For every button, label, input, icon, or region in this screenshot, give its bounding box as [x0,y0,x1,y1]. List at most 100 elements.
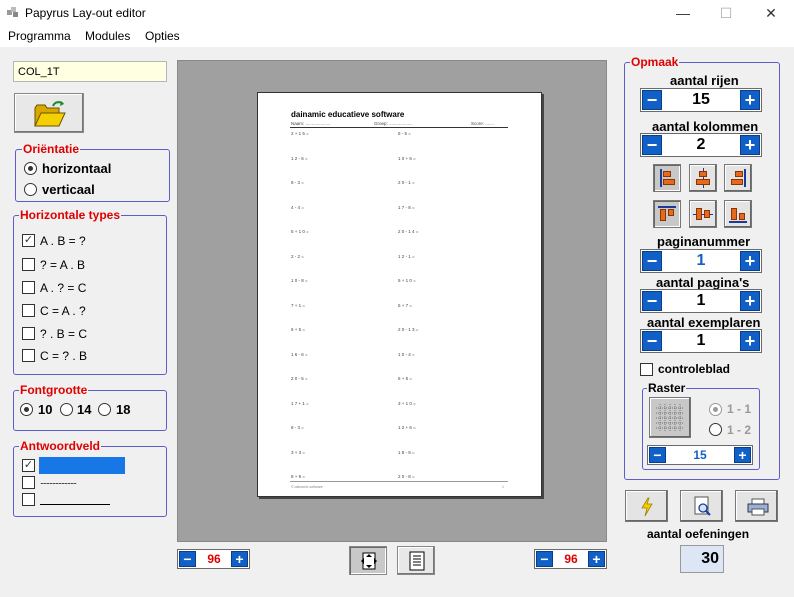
menu-modules[interactable]: Modules [85,29,130,43]
raster-value[interactable]: 15 [667,446,733,464]
zoom-left-value[interactable]: 96 [197,550,231,568]
valign-top-block-a [660,209,666,221]
exercise-item: 1 7 - 8 = [398,204,415,210]
align-left-block-b [663,179,675,185]
zoom-right-value[interactable]: 96 [554,550,588,568]
radio-raster-1-1[interactable] [709,403,722,416]
paginas-value[interactable]: 1 [663,290,739,312]
preview-magnifier-icon [694,496,711,516]
menu-opties[interactable]: Opties [145,29,180,43]
label-font-18: 18 [116,402,131,417]
menu-programma[interactable]: Programma [8,29,71,43]
checkbox-controleblad[interactable] [640,363,653,376]
paginanummer-value[interactable]: 1 [663,250,739,272]
checkbox-type-5[interactable] [22,327,35,340]
exercise-item: 1 0 + 6 = [398,155,416,161]
label-font-14: 14 [77,402,92,417]
page-naam: Naam: .................... [291,121,331,126]
exemplaren-value[interactable]: 1 [663,330,739,352]
align-left-button[interactable] [653,164,681,192]
zoom-left-plus-button[interactable]: + [231,551,248,567]
exercise-item: 5 + 1 0 = [291,229,309,234]
paginas-plus-button[interactable]: + [740,291,760,311]
kolommen-plus-button[interactable]: + [740,135,760,155]
full-page-button[interactable] [397,546,435,575]
label-type-2: ? = A . B [40,258,86,272]
radio-font-14[interactable] [60,403,73,416]
fit-page-button[interactable] [349,546,387,575]
raster-legend: Raster [647,381,687,395]
label-raster-1-1: 1 - 1 [727,402,752,416]
align-right-button[interactable] [724,164,752,192]
orientatie-legend: Oriëntatie [22,142,81,156]
app-icon [7,7,18,17]
checkbox-type-2[interactable] [22,258,35,271]
zoom-right-minus-button[interactable]: − [536,551,553,567]
name-input[interactable]: COL_1T [13,61,167,82]
label-type-1: A . B = ? [40,234,86,248]
open-folder-icon [34,101,66,127]
answer-style-box [39,457,125,474]
minimize-button[interactable]: — [660,0,706,27]
exemplaren-stepper: − 1 + [640,329,762,353]
radio-raster-1-2[interactable] [709,423,722,436]
valign-top-icon [658,206,676,208]
exercise-item: 7 + 1 = [291,302,306,308]
label-type-6: C = ? . B [40,349,88,363]
radio-verticaal[interactable] [24,183,37,196]
align-center-button[interactable] [689,164,717,192]
open-file-button[interactable] [14,93,84,133]
valign-bottom-button[interactable] [724,200,752,228]
paginas-minus-button[interactable]: − [642,291,662,311]
exercise-item: 1 6 - 6 = [291,351,308,357]
controleblad-label: controleblad [658,362,731,376]
maximize-button[interactable]: ☐ [703,0,749,27]
exercise-item: 8 - 3 = [291,180,304,185]
exercise-item: 1 2 + 6 = [398,425,416,430]
raster-grid-button[interactable] [649,397,691,438]
checkbox-type-1[interactable]: ✓ [22,234,35,247]
print-button[interactable] [735,490,778,522]
valign-bottom-icon [729,221,747,223]
radio-font-18[interactable] [98,403,111,416]
fontgrootte-legend: Fontgrootte [19,383,89,397]
checkbox-type-4[interactable] [22,304,35,317]
checkbox-type-6[interactable] [22,349,35,362]
kolommen-label: aantal kolommen [652,119,759,134]
preview-page: dainamic educatieve software Naam: .....… [257,92,542,497]
align-left-block-a [663,171,671,177]
rijen-plus-button[interactable]: + [740,90,760,110]
exemplaren-plus-button[interactable]: + [740,331,760,351]
checkbox-answer-box[interactable]: ✓ [22,459,35,472]
rijen-value[interactable]: 15 [663,89,739,111]
kolommen-value[interactable]: 2 [663,134,739,156]
rijen-minus-button[interactable]: − [642,90,662,110]
generate-button[interactable] [625,490,668,522]
page-score: Score: ....... [471,121,495,126]
exemplaren-minus-button[interactable]: − [642,331,662,351]
print-preview-button[interactable] [680,490,723,522]
raster-minus-button[interactable]: − [649,447,666,463]
exercise-item: 1 0 - 8 = [291,278,308,283]
answer-style-dots: ........................ [40,476,77,486]
raster-plus-button[interactable]: + [734,447,751,463]
exercise-item: 2 0 - 5 = [291,376,308,381]
radio-font-10[interactable] [20,403,33,416]
zoom-right-plus-button[interactable]: + [588,551,605,567]
checkbox-answer-line[interactable] [22,493,35,506]
valign-middle-button[interactable] [689,200,717,228]
page-footer-right: 1 [502,485,504,489]
close-button[interactable]: ✕ [748,0,794,27]
zoom-left-minus-button[interactable]: − [179,551,196,567]
kolommen-minus-button[interactable]: − [642,135,662,155]
checkbox-answer-dots[interactable] [22,476,35,489]
label-type-4: C = A . ? [40,304,86,318]
grid-icon [656,404,684,432]
page-footer-left: © dainamic software [291,485,323,489]
valign-top-button[interactable] [653,200,681,228]
radio-horizontaal[interactable] [24,162,37,175]
paginanummer-plus-button[interactable]: + [740,251,760,271]
checkbox-type-3[interactable] [22,281,35,294]
exercise-item: 8 + 9 = [291,474,306,479]
paginanummer-minus-button[interactable]: − [642,251,662,271]
